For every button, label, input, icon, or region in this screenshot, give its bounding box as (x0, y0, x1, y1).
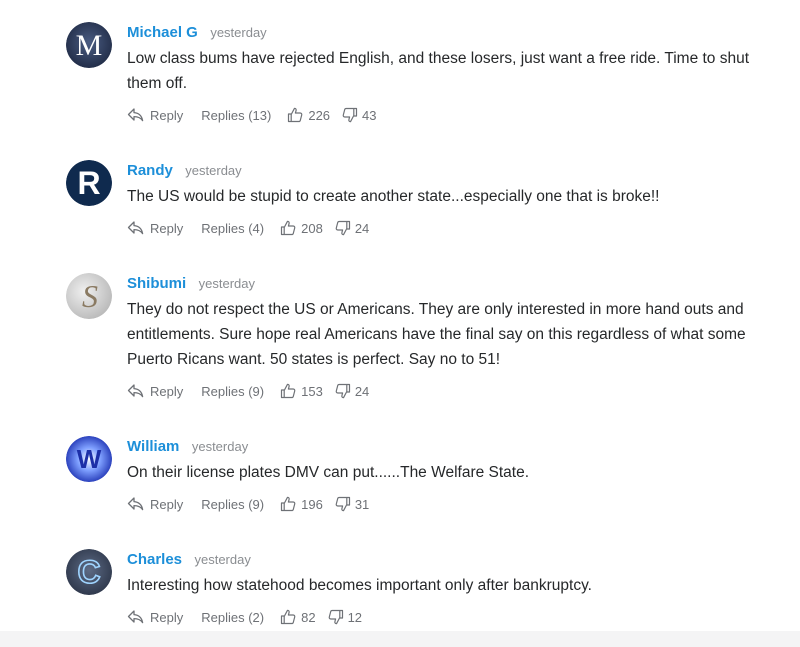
avatar[interactable]: C (66, 549, 112, 595)
avatar[interactable]: W (66, 436, 112, 482)
comment-actions: Reply Replies (9) 196 31 (127, 493, 767, 515)
comment-text: The US would be stupid to create another… (127, 188, 660, 205)
like-count: 226 (308, 107, 331, 123)
replies-button[interactable]: Replies (13) (201, 108, 271, 123)
thumbs-down-icon (335, 383, 351, 399)
dislike-count: 43 (362, 107, 377, 123)
thumbs-down-icon (335, 496, 351, 512)
comment-actions: Reply Replies (13) 226 43 (127, 104, 767, 126)
like-button[interactable]: 226 (287, 107, 330, 123)
comment-actions: Reply Replies (4) 208 24 (127, 217, 767, 239)
comment-list: M Michael G yesterday Low class bums hav… (0, 0, 800, 647)
reply-arrow-icon (127, 384, 144, 398)
reply-arrow-icon (127, 610, 144, 624)
replies-button[interactable]: Replies (2) (201, 610, 264, 625)
dislike-button[interactable]: 31 (335, 496, 369, 512)
thumbs-up-icon (287, 107, 303, 123)
thumbs-up-icon (280, 496, 296, 512)
comment-author[interactable]: Charles (127, 551, 182, 568)
comment-author[interactable]: Randy (127, 162, 173, 179)
dislike-button[interactable]: 24 (335, 383, 369, 399)
avatar[interactable]: M (66, 22, 112, 68)
dislike-count: 24 (354, 383, 370, 399)
dislike-button[interactable]: 12 (328, 609, 362, 625)
avatar-letter: R (77, 165, 100, 201)
thumbs-up-icon (280, 609, 296, 625)
avatar[interactable]: R (66, 160, 112, 206)
dislike-count: 31 (354, 496, 370, 512)
reply-button[interactable]: Reply (127, 108, 183, 123)
comment-author[interactable]: Shibumi (127, 275, 186, 292)
reply-button[interactable]: Reply (127, 221, 183, 236)
like-count: 82 (301, 609, 316, 625)
avatar-letter: C (77, 554, 100, 590)
reply-button[interactable]: Reply (127, 384, 183, 399)
avatar-letter: S (82, 278, 98, 314)
avatar[interactable]: S (66, 273, 112, 319)
reply-label: Reply (150, 383, 184, 399)
like-button[interactable]: 82 (280, 609, 316, 625)
dislike-count: 24 (354, 220, 370, 236)
dislike-button[interactable]: 24 (335, 220, 369, 236)
avatar-letter: M (76, 29, 103, 62)
reply-arrow-icon (127, 221, 144, 235)
comment-timestamp: yesterday (191, 439, 249, 454)
comment-text: On their license plates DMV can put.....… (127, 464, 530, 481)
reply-arrow-icon (127, 497, 144, 511)
comment-author[interactable]: William (127, 438, 179, 455)
reply-label: Reply (150, 496, 184, 512)
comment-text: Low class bums have rejected English, an… (127, 50, 750, 92)
reply-label: Reply (150, 609, 184, 625)
comment-timestamp: yesterday (210, 25, 267, 40)
like-button[interactable]: 153 (280, 383, 323, 399)
reply-button[interactable]: Reply (127, 497, 183, 512)
reply-label: Reply (150, 107, 184, 123)
like-button[interactable]: 208 (280, 220, 323, 236)
comment-text: Interesting how statehood becomes import… (127, 577, 592, 594)
replies-button[interactable]: Replies (9) (201, 384, 264, 399)
comment-text: They do not respect the US or Americans.… (127, 301, 746, 368)
avatar-letter: W (77, 444, 102, 474)
thumbs-down-icon (335, 220, 351, 236)
comment-timestamp: yesterday (194, 552, 251, 567)
replies-button[interactable]: Replies (4) (201, 221, 264, 236)
thumbs-down-icon (328, 609, 344, 625)
comment-timestamp: yesterday (198, 276, 255, 291)
thumbs-up-icon (280, 220, 296, 236)
like-count: 196 (301, 496, 323, 512)
dislike-button[interactable]: 43 (342, 107, 377, 123)
like-count: 153 (301, 383, 323, 399)
dislike-count: 12 (347, 609, 363, 625)
reply-arrow-icon (127, 108, 144, 122)
like-button[interactable]: 196 (280, 496, 323, 512)
footer-bar (0, 631, 800, 647)
like-count: 208 (301, 220, 323, 236)
reply-label: Reply (150, 220, 184, 236)
reply-button[interactable]: Reply (127, 610, 183, 625)
comment-actions: Reply Replies (9) 153 24 (127, 380, 767, 402)
comment-timestamp: yesterday (185, 163, 242, 178)
comment-actions: Reply Replies (2) 82 12 (127, 606, 767, 628)
thumbs-up-icon (280, 383, 296, 399)
comment-author[interactable]: Michael G (127, 24, 198, 41)
thumbs-down-icon (342, 107, 358, 123)
replies-button[interactable]: Replies (9) (201, 497, 264, 512)
